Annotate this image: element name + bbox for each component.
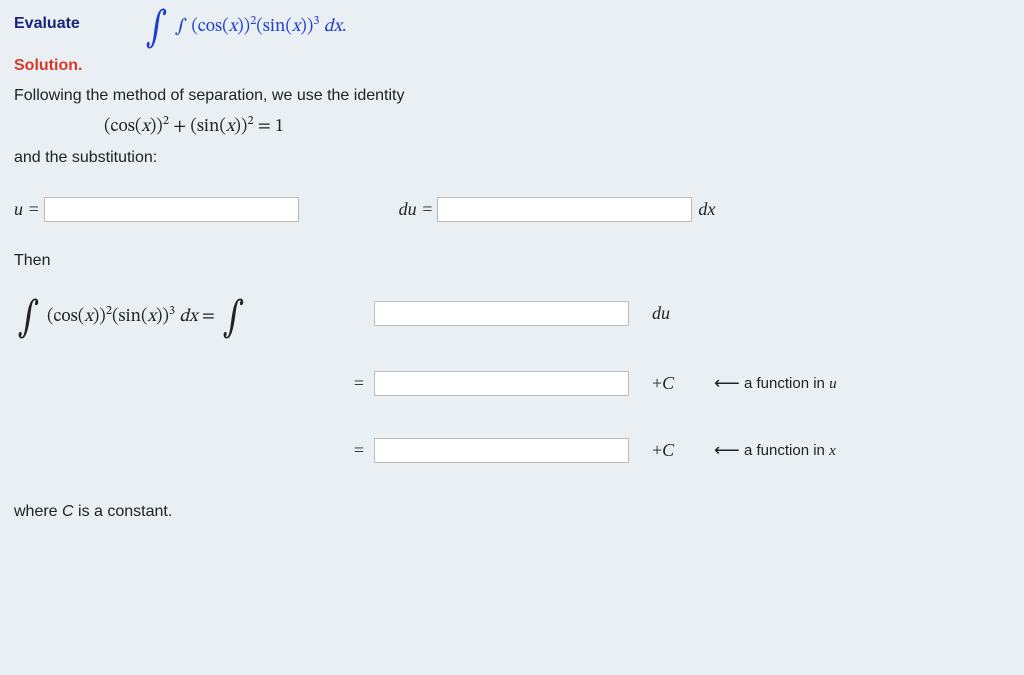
equals-2: =: [344, 373, 374, 394]
antiderivative-x-input[interactable]: [374, 438, 629, 463]
evaluate-label: Evaluate: [14, 15, 80, 33]
equals-3: =: [344, 440, 374, 461]
u-input[interactable]: [44, 197, 299, 222]
solution-heading: Solution.: [14, 57, 1010, 75]
prompt-row: Evaluate ∫ ∫ (cos(x))2(sin(x))3 dx.: [14, 8, 1010, 39]
du-suffix: du: [652, 303, 670, 323]
then-label: Then: [14, 252, 1010, 270]
constant-footer: where C is a constant.: [14, 503, 1010, 521]
plus-c-3: +C: [644, 440, 714, 461]
substitution-line: and the substitution:: [14, 149, 1010, 167]
steps-grid: ∫ (cos(x))2(sin(x))3 dx = ∫ du = +C ⟵ a …: [14, 298, 1010, 463]
integral-lhs: ∫ (cos(x))2(sin(x))3 dx = ∫: [14, 298, 344, 329]
substitution-row: u = du = dx: [14, 197, 1010, 222]
du-label: du =: [399, 199, 434, 220]
method-line: Following the method of separation, we u…: [14, 87, 1010, 105]
integrand-u-input[interactable]: [374, 301, 629, 326]
du-input[interactable]: [437, 197, 692, 222]
u-label: u =: [14, 199, 40, 220]
arrow-2: ⟵: [714, 373, 734, 394]
dx-label: dx: [698, 199, 715, 220]
note-x: a function in x: [744, 442, 1010, 460]
arrow-3: ⟵: [714, 440, 734, 461]
integral-body: ∫ (cos(x))2(sin(x))3 dx.: [175, 18, 347, 36]
problem-page: Evaluate ∫ ∫ (cos(x))2(sin(x))3 dx. Solu…: [0, 0, 1024, 541]
integral-expression: ∫ ∫ (cos(x))2(sin(x))3 dx.: [142, 8, 347, 39]
note-u: a function in u: [744, 375, 1010, 393]
plus-c-2: +C: [644, 373, 714, 394]
antiderivative-u-input[interactable]: [374, 371, 629, 396]
pythagorean-identity: (cos(x))2 + (sin(x))2 = 1: [104, 113, 1010, 139]
